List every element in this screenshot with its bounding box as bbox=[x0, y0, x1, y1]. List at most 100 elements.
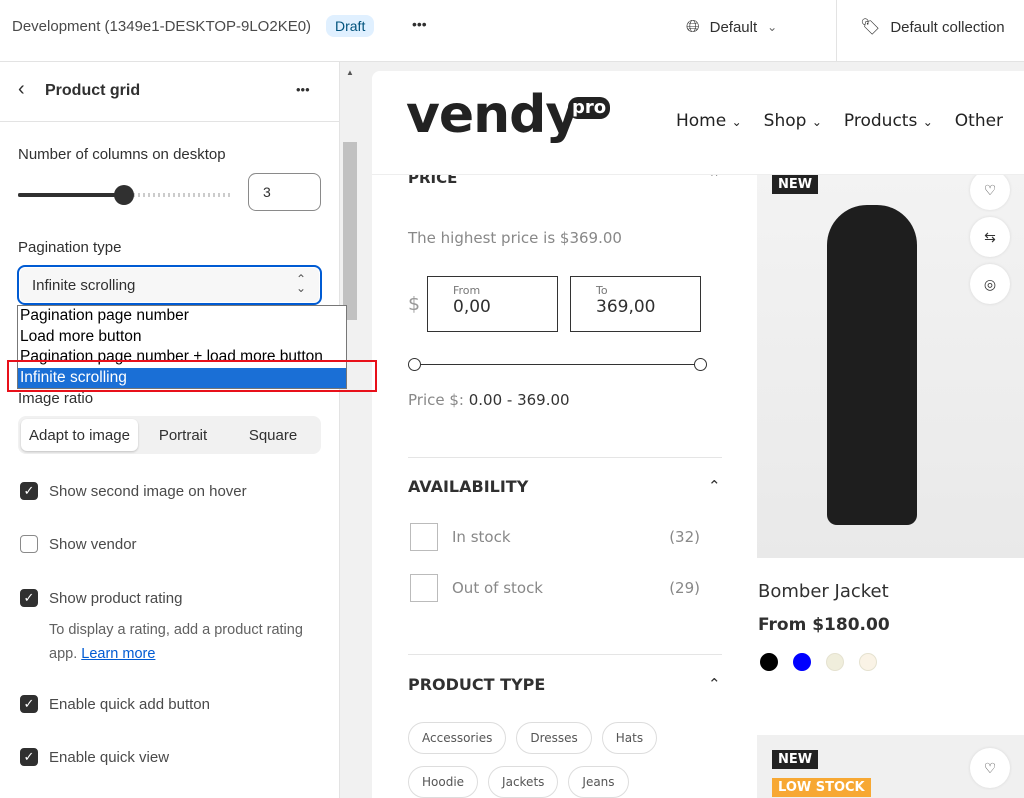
color-swatch[interactable] bbox=[859, 653, 877, 671]
image-ratio-label: Image ratio bbox=[18, 390, 94, 407]
divider bbox=[0, 121, 340, 122]
divider bbox=[408, 654, 722, 655]
back-button[interactable]: ‹ bbox=[18, 78, 25, 101]
store-logo[interactable]: vendy bbox=[406, 85, 579, 145]
from-value: 0,00 bbox=[453, 297, 491, 317]
option[interactable]: Pagination page number bbox=[18, 306, 346, 327]
columns-input[interactable]: 3 bbox=[248, 173, 321, 211]
checkbox[interactable]: ✓ bbox=[20, 589, 38, 607]
checkbox[interactable]: ✓ bbox=[20, 695, 38, 713]
price-to-input[interactable]: To 369,00 bbox=[570, 276, 701, 332]
compare-icon[interactable]: ⇆ bbox=[970, 217, 1010, 257]
pagination-select[interactable]: Infinite scrolling ⌃ ⌄ bbox=[17, 265, 322, 305]
checkbox-row[interactable]: Show vendor bbox=[20, 535, 137, 553]
checkbox-label: Enable quick view bbox=[49, 748, 170, 766]
new-badge: NEW bbox=[772, 750, 819, 769]
range-value: 0.00 - 369.00 bbox=[468, 391, 570, 409]
nav-item[interactable]: Products ⌄ bbox=[844, 111, 933, 131]
nav-label: Products bbox=[843, 111, 918, 131]
checkbox-label: Show vendor bbox=[49, 535, 137, 553]
product-type-chip[interactable]: Jackets bbox=[488, 766, 559, 798]
checkbox[interactable] bbox=[410, 523, 438, 551]
wishlist-icon[interactable]: ♡ bbox=[970, 170, 1010, 210]
quick-view-icon[interactable]: ◎ bbox=[970, 264, 1010, 304]
product-type-chip[interactable]: Hoodie bbox=[408, 766, 479, 798]
color-swatch[interactable] bbox=[793, 653, 811, 671]
range-label: Price $: bbox=[408, 391, 464, 409]
scrollbar-thumb[interactable] bbox=[343, 142, 357, 320]
panel-more-button[interactable]: ••• bbox=[296, 82, 310, 97]
availability-count: (29) bbox=[669, 579, 700, 597]
collection-label: Default collection bbox=[890, 18, 1005, 36]
checkbox[interactable] bbox=[410, 574, 438, 602]
nav-item[interactable]: Shop ⌄ bbox=[764, 111, 822, 131]
scrollbar[interactable]: ▲ bbox=[341, 62, 358, 798]
chevron-up-icon[interactable]: ⌃ bbox=[708, 477, 721, 495]
ratio-option-adapt[interactable]: Adapt to image bbox=[21, 419, 138, 451]
globe-icon: 🌐︎ bbox=[686, 17, 700, 36]
availability-label: In stock bbox=[452, 528, 511, 546]
range-handle-min[interactable] bbox=[408, 358, 421, 371]
low-stock-badge: LOW STOCK bbox=[772, 778, 871, 797]
ratio-option-portrait[interactable]: Portrait bbox=[138, 419, 228, 451]
checkbox[interactable] bbox=[20, 535, 38, 553]
ratio-option-square[interactable]: Square bbox=[228, 419, 318, 451]
availability-count: (32) bbox=[669, 528, 700, 546]
theme-title: Development (1349e1-DESKTOP-9LO2KE0) bbox=[12, 18, 312, 35]
nav-item[interactable]: Home ⌄ bbox=[676, 111, 742, 131]
checkbox-row[interactable]: ✓ Show second image on hover bbox=[20, 482, 247, 500]
store-preview: vendy pro Home ⌄ Shop ⌄ Products ⌄ Other PR… bbox=[372, 71, 1024, 798]
product-type-chip[interactable]: Jeans bbox=[568, 766, 629, 798]
checkbox-row[interactable]: ✓ Enable quick view bbox=[20, 748, 169, 766]
price-from-input[interactable]: From 0,00 bbox=[427, 276, 558, 332]
columns-slider[interactable] bbox=[18, 185, 230, 205]
checkbox-label: Enable quick add button bbox=[49, 695, 210, 713]
price-range-slider[interactable] bbox=[414, 364, 701, 365]
product-type-chip[interactable]: Dresses bbox=[516, 722, 592, 754]
checkbox-row[interactable]: ✓ Show product rating bbox=[20, 589, 182, 607]
price-range-text: Price $: 0.00 - 369.00 bbox=[408, 391, 570, 409]
color-swatch[interactable] bbox=[826, 653, 844, 671]
select-arrows-icon: ⌃ ⌄ bbox=[295, 272, 306, 295]
nav-item[interactable]: Other bbox=[955, 111, 1003, 131]
learn-more-link[interactable]: Learn more bbox=[81, 646, 155, 662]
more-button[interactable]: ••• bbox=[412, 16, 427, 32]
availability-label: Out of stock bbox=[452, 579, 543, 597]
checkbox[interactable]: ✓ bbox=[20, 482, 38, 500]
chevron-up-icon[interactable]: ⌃ bbox=[708, 675, 721, 693]
availability-option[interactable]: In stock (32) bbox=[410, 523, 700, 551]
nav-label: Home bbox=[676, 111, 727, 131]
color-swatch[interactable] bbox=[760, 653, 778, 671]
store-header: vendy pro Home ⌄ Shop ⌄ Products ⌄ Other bbox=[372, 71, 1024, 175]
slider-fill bbox=[18, 193, 124, 197]
option[interactable]: Load more button bbox=[18, 327, 346, 348]
scroll-up-icon[interactable]: ▲ bbox=[346, 68, 354, 77]
range-handle-max[interactable] bbox=[694, 358, 707, 371]
language-select[interactable]: 🌐︎ Default ⌄ bbox=[686, 17, 777, 37]
logo-pro: pro bbox=[568, 97, 611, 119]
checkbox-row[interactable]: ✓ Enable quick add button bbox=[20, 695, 210, 713]
tag-icon: 🏷︎ bbox=[860, 19, 881, 36]
chevron-down-icon: ⌄ bbox=[731, 115, 742, 129]
pagination-label: Pagination type bbox=[18, 239, 122, 256]
checkbox-label: Show product rating bbox=[49, 589, 183, 607]
slider-thumb[interactable] bbox=[114, 185, 134, 205]
collection-select[interactable]: 🏷︎ Default collection bbox=[860, 17, 1005, 37]
checkbox-label: Show second image on hover bbox=[49, 482, 247, 500]
chevron-down-icon: ⌄ bbox=[922, 115, 933, 129]
divider bbox=[408, 457, 722, 458]
nav-label: Other bbox=[954, 111, 1004, 131]
status-badge: Draft bbox=[326, 15, 375, 37]
chevron-down-icon: ⌄ bbox=[767, 20, 778, 34]
availability-heading: AVAILABILITY bbox=[408, 477, 529, 496]
wishlist-icon[interactable]: ♡ bbox=[970, 748, 1010, 788]
checkbox[interactable]: ✓ bbox=[20, 748, 38, 766]
pagination-value: Infinite scrolling bbox=[32, 277, 136, 294]
availability-option[interactable]: Out of stock (29) bbox=[410, 574, 700, 602]
product-type-heading: PRODUCT TYPE bbox=[408, 675, 546, 694]
product-type-chip[interactable]: Accessories bbox=[408, 722, 507, 754]
chevron-down-icon: ⌄ bbox=[811, 115, 822, 129]
to-value: 369,00 bbox=[596, 297, 656, 317]
product-name[interactable]: Bomber Jacket bbox=[758, 581, 889, 602]
product-type-chip[interactable]: Hats bbox=[601, 722, 658, 754]
